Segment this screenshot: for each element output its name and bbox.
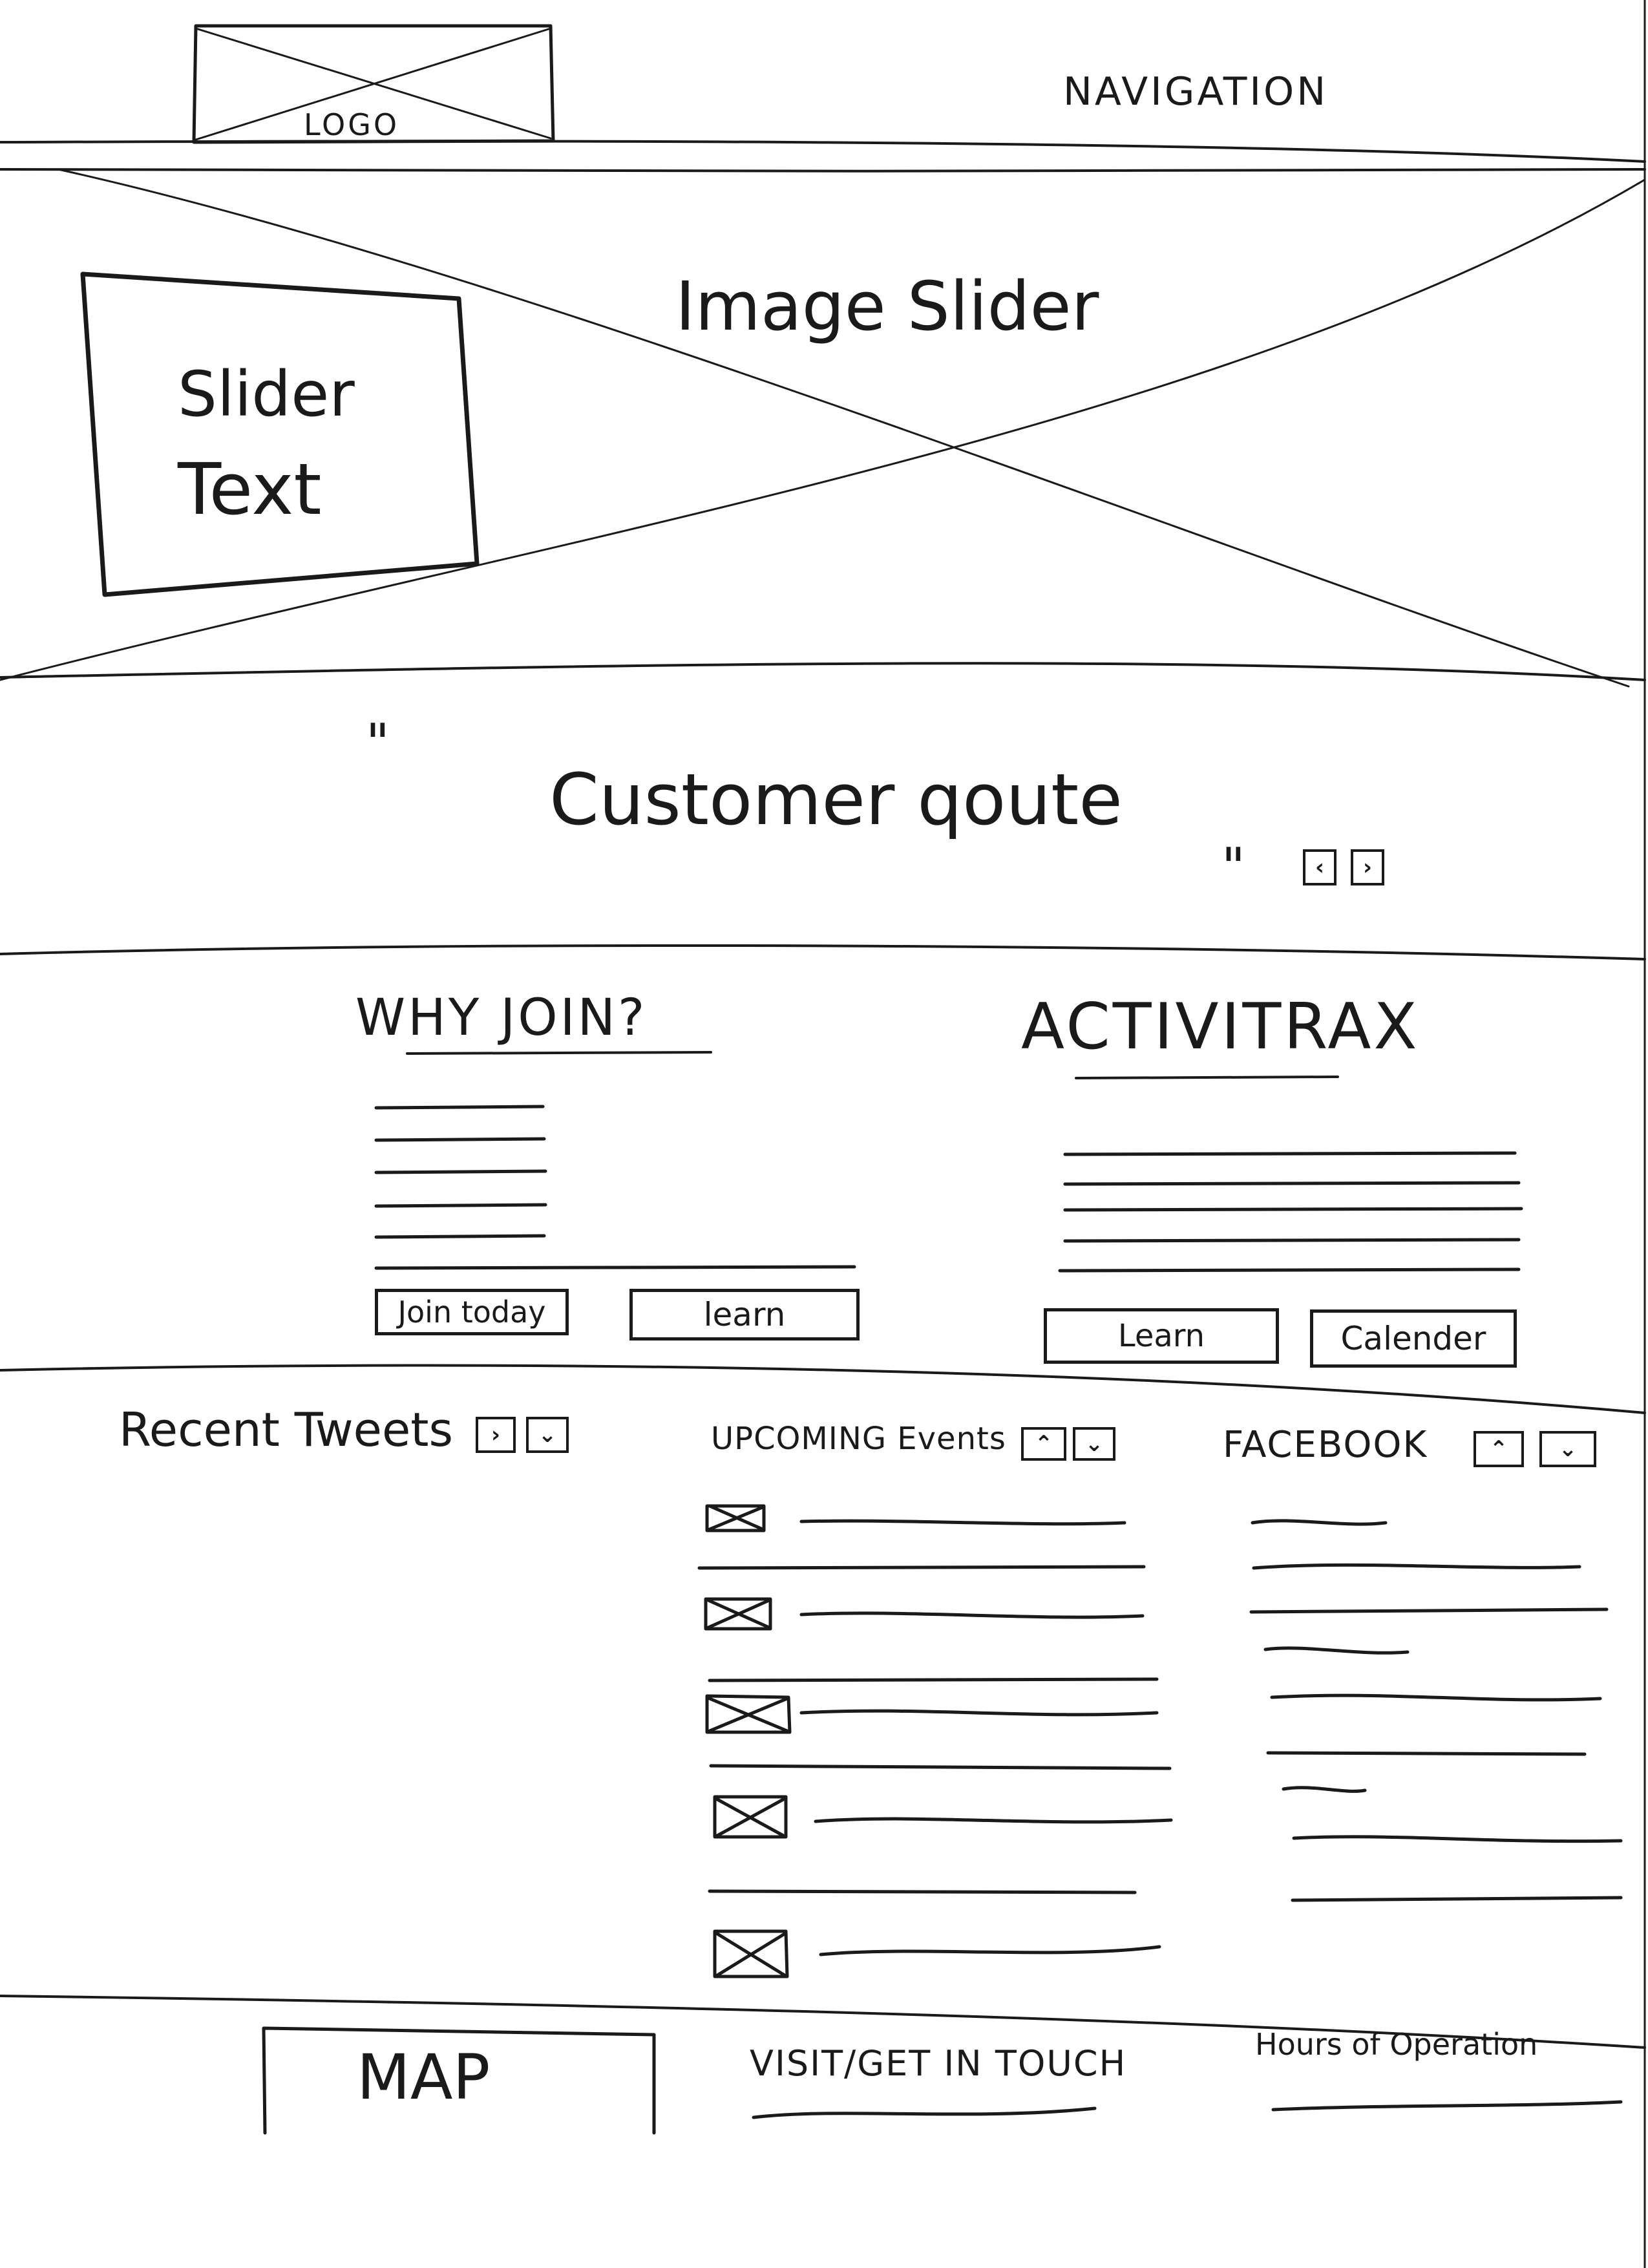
events-up-button[interactable]: ⌃ <box>1021 1427 1066 1461</box>
activitrax-learn-label: Learn <box>1117 1318 1205 1354</box>
header-divider <box>0 140 1646 163</box>
facebook-section: FACEBOOK ⌃ ⌄ <box>1215 1390 1648 1991</box>
footer: MAP VISIT/GET IN TOUCH Hours of Operatio… <box>0 2004 1648 2172</box>
navigation[interactable]: NAVIGATION <box>1063 72 1328 111</box>
customer-quote-text: Customer qoute <box>549 758 1123 841</box>
chevron-left-icon: ‹ <box>1315 854 1324 880</box>
chevron-right-icon: › <box>1362 854 1372 880</box>
activitrax-learn-button[interactable]: Learn <box>1044 1308 1279 1364</box>
chevron-right-icon: › <box>491 1422 500 1448</box>
quote-prev-button[interactable]: ‹ <box>1303 849 1336 885</box>
hours-of-operation-heading: Hours of Operation <box>1255 2027 1538 2062</box>
calendar-label: Calender <box>1340 1320 1486 1357</box>
logo-label: LOGO <box>304 107 400 142</box>
calendar-button[interactable]: Calender <box>1310 1309 1517 1368</box>
facebook-up-button[interactable]: ⌃ <box>1474 1431 1524 1467</box>
chevron-down-icon: ⌄ <box>1558 1436 1578 1462</box>
map-label[interactable]: MAP <box>357 2046 490 2108</box>
recent-tweets-heading: Recent Tweets <box>119 1403 454 1457</box>
activitrax-section: ACTIVITRAX Learn Calender <box>824 957 1648 1370</box>
join-today-button[interactable]: Join today <box>375 1289 569 1335</box>
image-slider[interactable]: Image Slider Slider Text <box>0 169 1648 680</box>
facebook-heading: FACEBOOK <box>1223 1424 1428 1466</box>
slider-text-line-2: Text <box>178 448 322 531</box>
upcoming-events-section: UPCOMING Events ⌃ ⌄ <box>698 1390 1176 1991</box>
chevron-up-icon: ⌃ <box>1489 1436 1508 1462</box>
chevron-down-icon: ⌄ <box>538 1422 557 1448</box>
slider-text-line-1: Slider <box>178 358 355 430</box>
tweets-next-button[interactable]: › <box>476 1417 516 1453</box>
activitrax-heading: ACTIVITRAX <box>1021 990 1420 1064</box>
upcoming-events-heading: UPCOMING Events <box>711 1421 1006 1457</box>
customer-quote-section: " Customer qoute " ‹ › <box>0 680 1648 951</box>
events-down-button[interactable]: ⌄ <box>1073 1427 1115 1461</box>
chevron-up-icon: ⌃ <box>1034 1431 1053 1457</box>
image-slider-title: Image Slider <box>675 267 1099 346</box>
why-join-learn-label: learn <box>703 1296 786 1333</box>
tweets-down-button[interactable]: ⌄ <box>526 1417 569 1453</box>
why-join-section: WHY JOIN? Join today learn <box>0 957 860 1370</box>
chevron-down-icon: ⌄ <box>1084 1431 1104 1457</box>
why-join-heading: WHY JOIN? <box>355 989 648 1047</box>
visit-get-in-touch-heading: VISIT/GET IN TOUCH <box>750 2043 1127 2084</box>
quote-open-mark: " <box>366 713 390 773</box>
quote-next-button[interactable]: › <box>1351 849 1384 885</box>
header: LOGO NAVIGATION <box>0 0 1648 142</box>
logo[interactable]: LOGO <box>304 110 399 140</box>
recent-tweets-section: Recent Tweets › ⌄ <box>0 1390 646 1991</box>
quote-close-mark: " <box>1221 837 1245 897</box>
join-today-label: Join today <box>397 1295 546 1330</box>
facebook-down-button[interactable]: ⌄ <box>1539 1431 1596 1467</box>
